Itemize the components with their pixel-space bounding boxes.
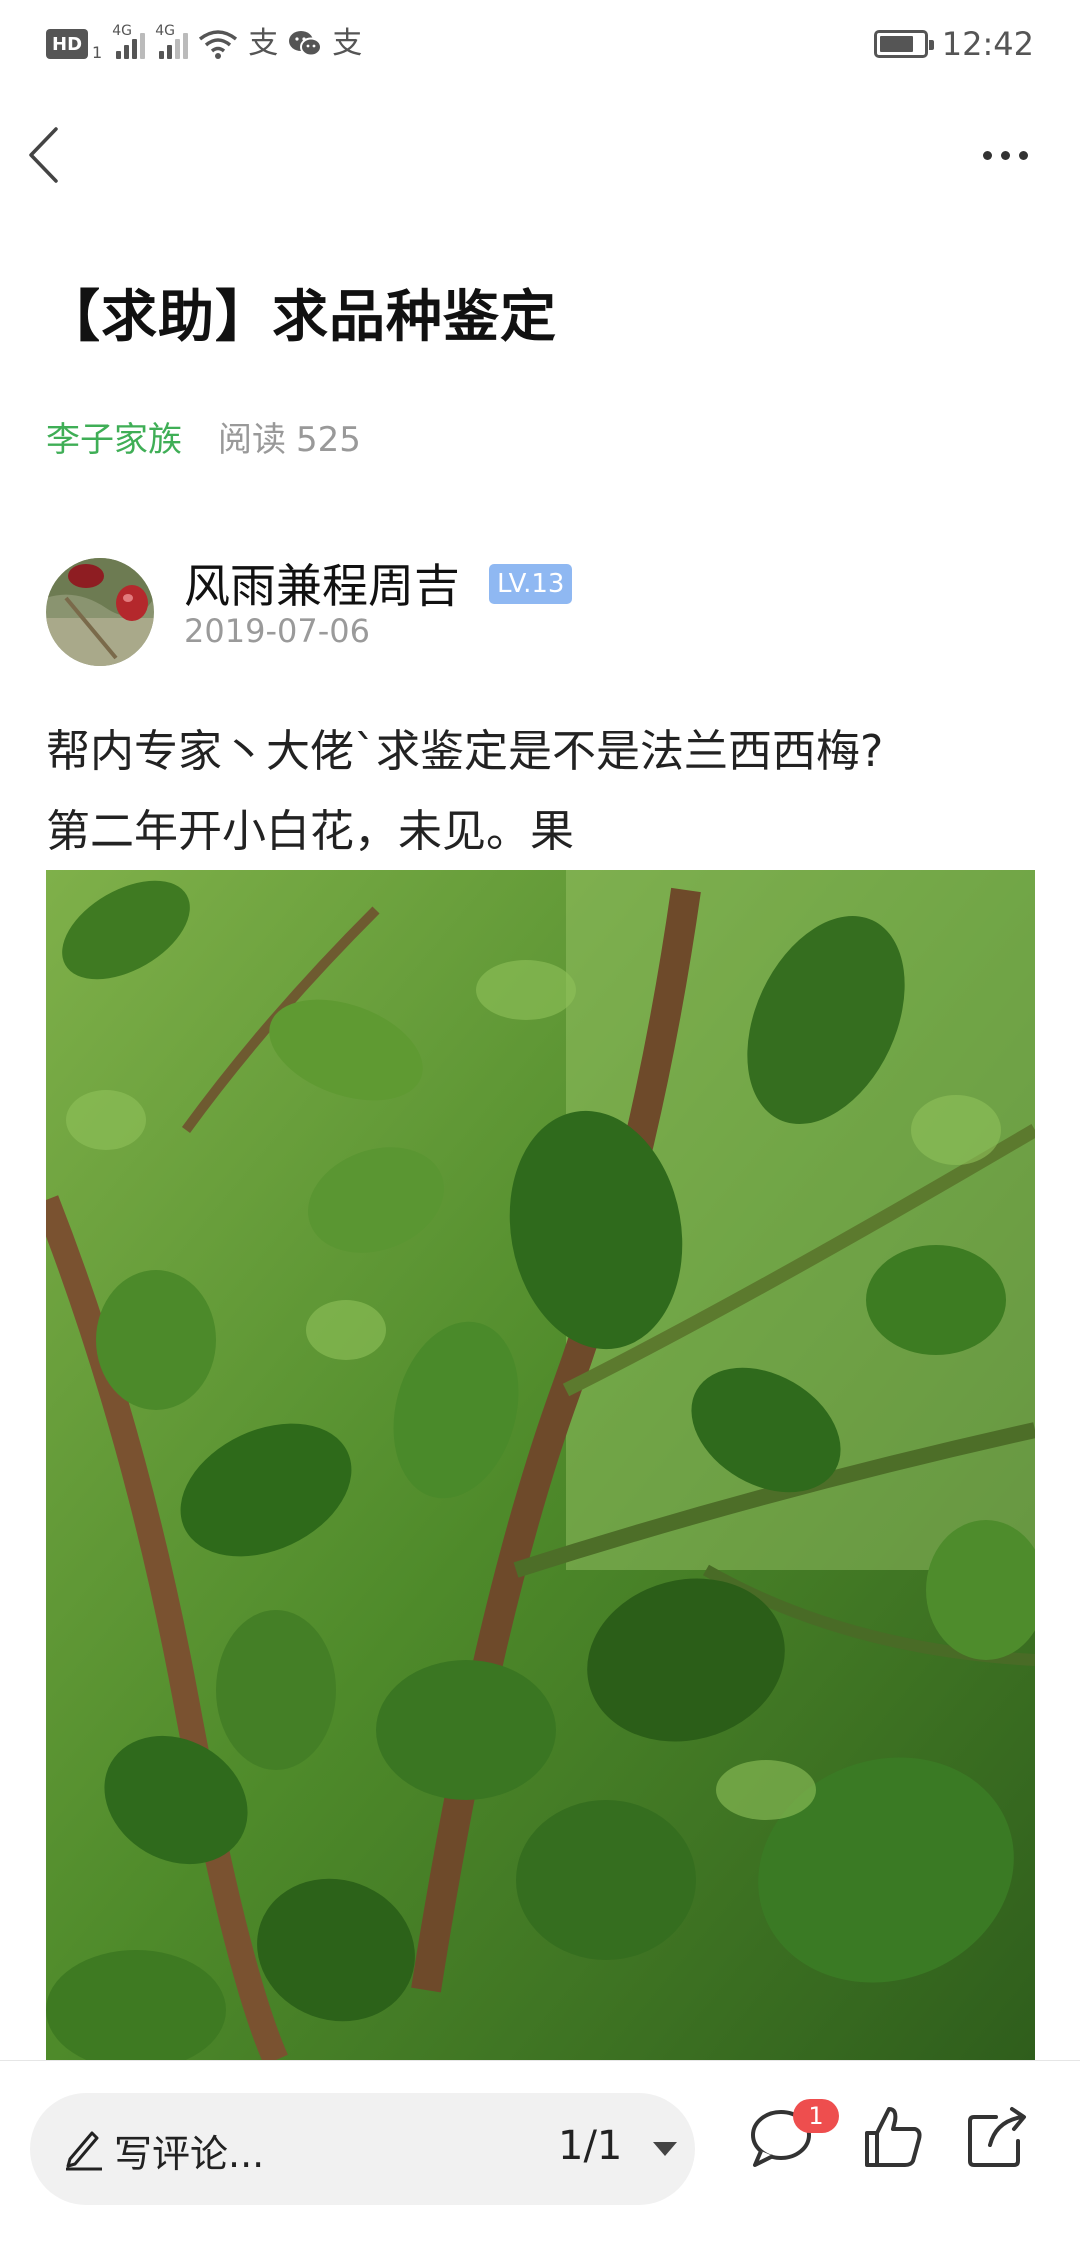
wifi-icon xyxy=(199,30,238,59)
read-count-value: 525 xyxy=(296,420,361,460)
comment-placeholder: 写评论... xyxy=(114,2132,265,2176)
alipay-icon-2: 支 xyxy=(332,26,363,61)
comment-input[interactable]: 写评论... 1/1 xyxy=(30,2093,695,2205)
wechat-icon xyxy=(289,31,323,57)
status-right: 12:42 xyxy=(873,24,1034,64)
post-date: 2019-07-06 xyxy=(184,612,370,650)
page-indicator[interactable]: 1/1 xyxy=(558,2123,622,2169)
read-label: 阅读 xyxy=(218,420,286,460)
sim2-network-label: 4G xyxy=(155,23,175,39)
more-button[interactable] xyxy=(970,130,1040,180)
status-time: 12:42 xyxy=(941,25,1034,63)
caret-down-icon[interactable] xyxy=(650,2137,680,2161)
level-badge: LV.13 xyxy=(489,564,573,604)
battery-level xyxy=(879,36,914,52)
group-link[interactable]: 李子家族 xyxy=(46,412,182,461)
hd-sub-label: 1 xyxy=(92,43,103,62)
pencil-icon xyxy=(66,2131,102,2171)
post-body-line-1: 帮内专家丶大佬`求鉴定是不是法兰西西梅? xyxy=(46,726,884,777)
back-button[interactable] xyxy=(26,120,86,190)
sim1-network-label: 4G xyxy=(112,23,132,39)
status-left: HD 1 4G 4G 支 支 xyxy=(46,23,363,64)
post-body-line-2: 第二年开小白花，未见。果 xyxy=(46,806,574,857)
battery-icon xyxy=(873,30,934,58)
post-body: 帮内专家丶大佬`求鉴定是不是法兰西西梅? 第二年开小白花，未见。果 xyxy=(46,712,1046,872)
post-title: 【求助】求品种鉴定 xyxy=(44,285,557,350)
thumbs-up-icon[interactable] xyxy=(857,2101,929,2173)
status-bar: HD 1 4G 4G 支 支 12:42 xyxy=(0,0,1080,90)
more-horizontal-icon xyxy=(982,150,992,160)
signal-icon-sim1: 4G xyxy=(112,23,146,59)
share-icon[interactable] xyxy=(962,2101,1034,2173)
author-name[interactable]: 风雨兼程周吉 xyxy=(184,550,460,616)
chevron-left-icon xyxy=(29,127,58,183)
alipay-icon: 支 xyxy=(248,26,279,61)
signal-icon-sim2: 4G xyxy=(155,23,189,59)
comment-count-badge: 1 xyxy=(793,2099,839,2133)
hd-icon: HD xyxy=(46,29,89,59)
post-photo[interactable] xyxy=(46,870,1035,2060)
avatar[interactable] xyxy=(46,558,154,666)
read-count: 阅读 525 xyxy=(218,412,361,461)
post-meta: 李子家族 阅读 525 xyxy=(46,412,361,461)
bottom-bar: 写评论... 1/1 1 xyxy=(0,2060,1080,2244)
